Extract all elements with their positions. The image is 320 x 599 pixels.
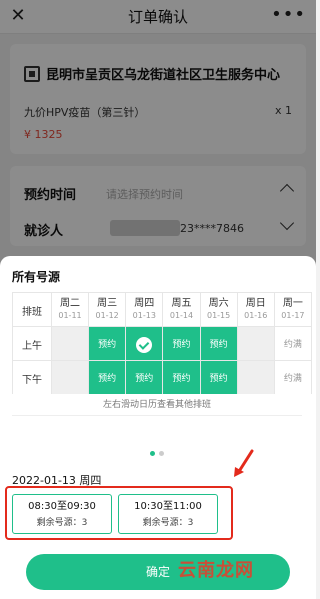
watermark: 云南龙网 [178, 560, 254, 581]
day-date: 01-15 [206, 310, 231, 320]
schedule-sheet: 所有号源 排班 周二 01-11 周三 01-12 周四 01-13 周五 01-14 … [0, 256, 316, 599]
sheet-title: 所有号源 [12, 270, 61, 284]
day-date: 01-12 [95, 310, 119, 320]
day-header: 周五 01-14 [162, 292, 201, 327]
timeslot-remaining: 剩余号源：3 [36, 518, 88, 528]
timeslot-remaining: 剩余号源：3 [142, 518, 194, 528]
slot-cell [236, 326, 275, 361]
timeslot-option[interactable]: 08:30至09:30 剩余号源：3 [12, 494, 112, 534]
day-header: 周二 01-11 [50, 292, 90, 327]
day-date: 01-16 [244, 310, 268, 320]
day-header: 周四 01-13 [125, 292, 164, 327]
timeslot-option[interactable]: 10:30至11:00 剩余号源：3 [118, 494, 218, 534]
slot-cell: 约满 [273, 360, 312, 394]
row-label: 上午 [21, 341, 42, 352]
day-name: 周六 [208, 297, 229, 309]
day-date: 01-13 [132, 310, 156, 320]
day-date: 01-17 [281, 310, 305, 320]
day-name: 周四 [134, 297, 155, 309]
red-arrow-icon [234, 449, 254, 477]
day-header: 周一 01-17 [273, 292, 312, 327]
day-date: 01-14 [169, 310, 194, 320]
day-name: 周一 [282, 297, 303, 309]
timeslot-time: 08:30至09:30 [28, 501, 96, 512]
day-name: 周三 [97, 297, 118, 309]
slot-cell [50, 360, 90, 394]
row-label-cell: 下午 [12, 360, 52, 394]
day-name: 周五 [171, 297, 192, 309]
slot-cell[interactable]: 预约 [125, 360, 164, 394]
pager-dot[interactable] [150, 451, 155, 456]
schedule-header-label: 排班 [21, 307, 42, 318]
day-name: 周日 [245, 297, 266, 309]
day-header: 周六 01-15 [199, 292, 238, 327]
day-header: 周日 01-16 [236, 292, 275, 327]
schedule-header-cell: 排班 [12, 292, 52, 327]
slot-cell[interactable]: 预约 [162, 326, 201, 361]
slot-cell: 约满 [273, 326, 312, 361]
day-header: 周三 01-12 [88, 292, 127, 327]
row-label-cell: 上午 [12, 326, 52, 361]
schedule-grid: 排班 周二 01-11 周三 01-12 周四 01-13 周五 01-14 周六 01-… [12, 292, 312, 394]
slot-cell[interactable]: 预约 [88, 360, 127, 394]
slot-cell[interactable]: 预约 [88, 326, 127, 361]
pager-dot[interactable] [159, 451, 164, 456]
slot-cell[interactable] [125, 326, 164, 361]
swipe-hint: 左右滑动日历查看其他排班 [12, 394, 302, 416]
pager-dots [150, 451, 164, 456]
slot-cell [236, 360, 275, 394]
slot-cell[interactable]: 预约 [199, 326, 238, 361]
slot-cell[interactable]: 预约 [199, 360, 238, 394]
check-icon [136, 336, 153, 353]
row-label: 下午 [21, 375, 42, 386]
timeslot-time: 10:30至11:00 [134, 501, 202, 512]
day-date: 01-11 [58, 310, 82, 320]
slot-cell [50, 326, 90, 361]
slot-cell[interactable]: 预约 [162, 360, 201, 394]
day-name: 周二 [60, 297, 80, 309]
